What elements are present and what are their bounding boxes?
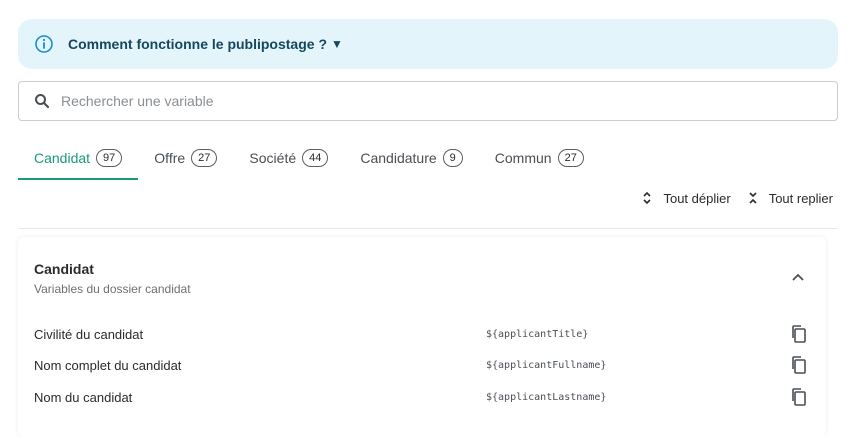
copy-icon[interactable] — [790, 355, 808, 375]
tab-count-badge: 9 — [442, 149, 463, 167]
tab-societe[interactable]: Société 44 — [233, 138, 344, 178]
variable-row: Nom du candidat ${applicantLastname} — [18, 386, 826, 408]
variable-code: ${applicantTitle} — [486, 328, 589, 340]
section-title: Candidat — [34, 261, 94, 277]
tab-label: Société — [249, 150, 297, 166]
tab-offre[interactable]: Offre 27 — [138, 138, 233, 178]
tab-label: Candidat — [34, 150, 91, 166]
divider — [18, 228, 838, 229]
variable-label: Nom du candidat — [34, 389, 133, 405]
caret-down-icon: ▼ — [331, 37, 343, 51]
expand-all-button[interactable]: Tout déplier — [641, 190, 731, 206]
tab-label: Candidature — [360, 150, 437, 166]
info-icon — [34, 34, 54, 54]
tab-label: Commun — [494, 150, 552, 166]
tab-candidat[interactable]: Candidat 97 — [18, 138, 139, 180]
copy-icon[interactable] — [790, 387, 808, 407]
tab-label: Offre — [154, 150, 186, 166]
tab-candidature[interactable]: Candidature 9 — [344, 138, 478, 178]
expand-icon — [641, 190, 653, 206]
section-subtitle: Variables du dossier candidat — [34, 282, 191, 296]
chevron-up-icon[interactable] — [790, 270, 806, 286]
variable-label: Civilité du candidat — [34, 326, 144, 342]
banner-title: Comment fonctionne le publipostage ? — [68, 36, 327, 52]
variable-label: Nom complet du candidat — [34, 357, 182, 373]
collapse-all-label: Tout replier — [768, 190, 833, 206]
variable-search-box[interactable] — [18, 81, 838, 121]
expand-all-label: Tout déplier — [663, 190, 731, 206]
copy-icon[interactable] — [790, 324, 808, 344]
category-tabs: Candidat 97 Offre 27 Société 44 Candidat… — [18, 138, 600, 180]
tab-count-badge: 27 — [191, 149, 218, 167]
variable-code: ${applicantLastname} — [486, 391, 607, 403]
expand-toolbar: Tout déplier Tout replier — [625, 190, 833, 206]
variable-code: ${applicantFullname} — [486, 359, 607, 371]
tab-count-badge: 97 — [96, 149, 123, 167]
tab-count-badge: 27 — [557, 149, 584, 167]
variable-row: Nom complet du candidat ${applicantFulln… — [18, 354, 826, 376]
search-icon — [33, 92, 51, 110]
how-mailmerge-works-banner[interactable]: Comment fonctionne le publipostage ? ▼ — [18, 19, 838, 69]
tab-commun[interactable]: Commun 27 — [479, 138, 600, 178]
collapse-icon — [747, 190, 759, 206]
variable-section-card: Candidat Variables du dossier candidat C… — [18, 237, 826, 437]
collapse-all-button[interactable]: Tout replier — [747, 190, 833, 206]
search-input[interactable] — [61, 93, 837, 109]
variable-row: Civilité du candidat ${applicantTitle} — [18, 323, 826, 345]
tab-count-badge: 44 — [302, 149, 329, 167]
